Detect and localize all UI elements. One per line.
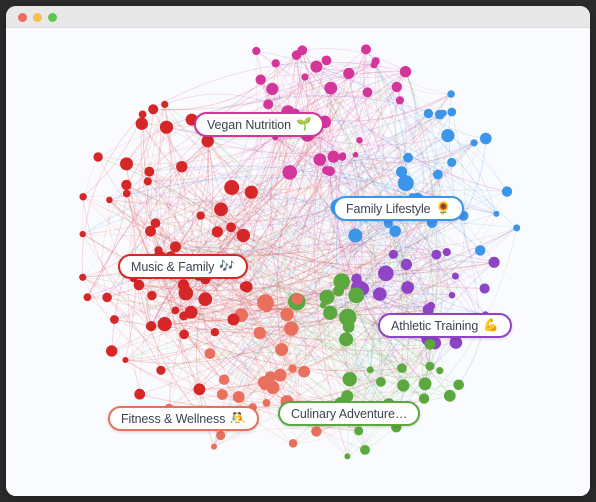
cluster-label-text: Vegan Nutrition — [207, 117, 291, 132]
app-window: Vegan Nutrition 🌱 Family Lifestyle 🌻 Athleti… — [6, 6, 590, 496]
cluster-label-text: Fitness & Wellness — [121, 411, 226, 426]
cluster-label-athletic-training[interactable]: Athletic Training 💪 — [378, 313, 512, 338]
maximize-button[interactable] — [48, 13, 57, 22]
close-button[interactable] — [18, 13, 27, 22]
cluster-label-culinary-adventures[interactable]: Culinary Adventure… — [278, 401, 421, 426]
cluster-label-text: Music & Family — [131, 259, 215, 274]
cluster-label-emoji: 🌻 — [435, 201, 452, 216]
title-bar — [6, 6, 590, 28]
cluster-label-music-family[interactable]: Music & Family 🎶 — [118, 254, 248, 279]
cluster-label-fitness-wellness[interactable]: Fitness & Wellness 🤼 — [108, 406, 259, 431]
cluster-label-text: Culinary Adventure… — [291, 406, 408, 421]
cluster-label-emoji: 💪 — [483, 318, 499, 333]
cluster-label-emoji: 🤼 — [230, 411, 246, 426]
minimize-button[interactable] — [33, 13, 42, 22]
cluster-label-text: Athletic Training — [391, 318, 479, 333]
cluster-label-text: Family Lifestyle — [346, 201, 431, 216]
cluster-label-vegan-nutrition[interactable]: Vegan Nutrition 🌱 — [194, 112, 325, 137]
cluster-label-family-lifestyle[interactable]: Family Lifestyle 🌻 — [333, 196, 465, 221]
graph-canvas[interactable]: Vegan Nutrition 🌱 Family Lifestyle 🌻 Athleti… — [6, 28, 590, 496]
cluster-label-emoji: 🌱 — [295, 117, 312, 132]
cluster-label-emoji: 🎶 — [219, 259, 235, 274]
